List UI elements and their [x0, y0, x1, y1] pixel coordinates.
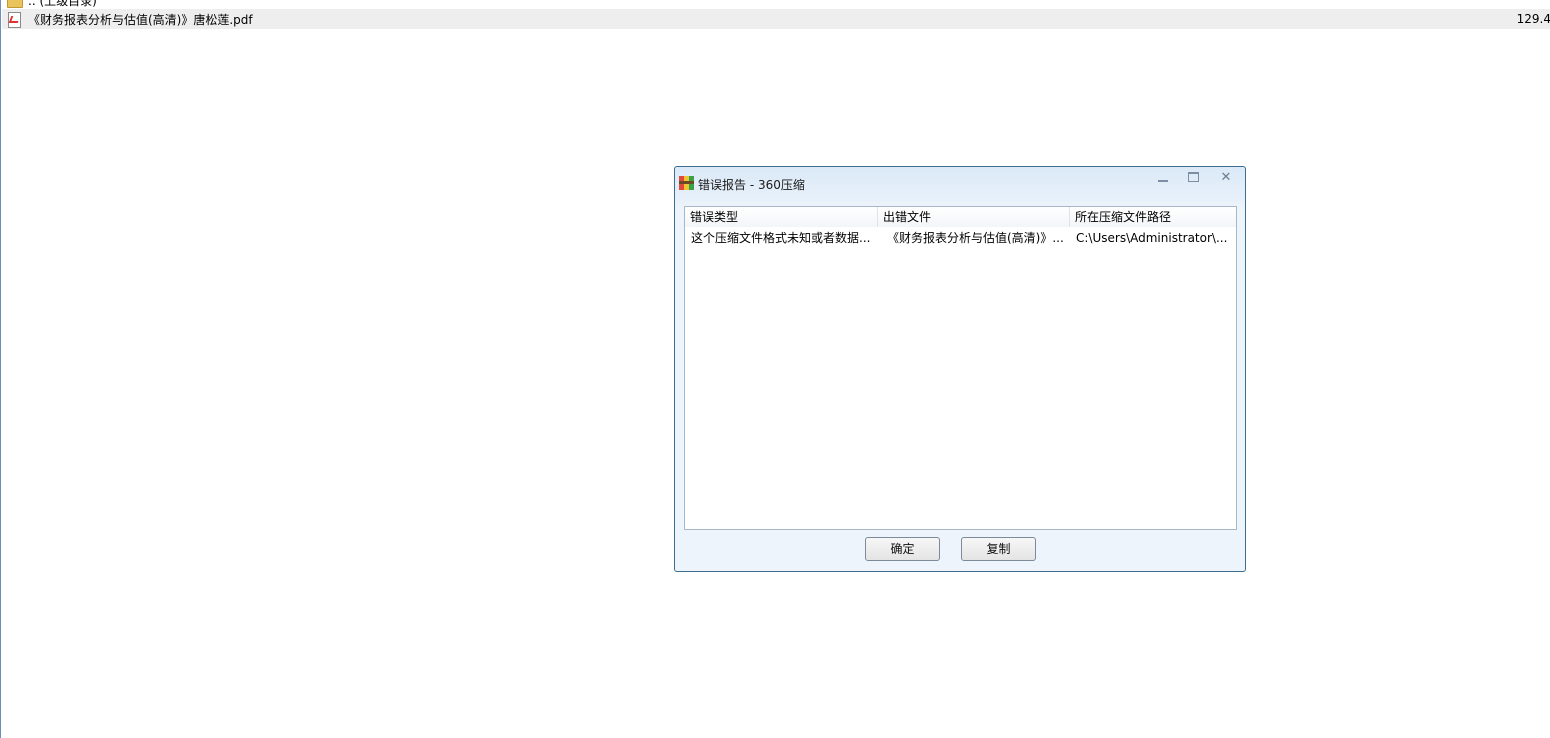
dialog-titlebar[interactable]: 错误报告 - 360压缩 ✕: [675, 167, 1245, 199]
file-row-pdf[interactable]: 《财务报表分析与估值(高清)》唐松莲.pdf 129.4: [2, 9, 1550, 29]
column-header-error-file[interactable]: 出错文件: [878, 207, 1070, 227]
list-header: 错误类型 出错文件 所在压缩文件路径: [685, 207, 1236, 227]
ok-button[interactable]: 确定: [865, 537, 940, 561]
close-icon: ✕: [1220, 169, 1232, 185]
minimize-button[interactable]: [1147, 167, 1179, 187]
parent-directory-label: .. (上级目录): [28, 0, 97, 8]
pdf-file-icon: [6, 11, 22, 28]
file-size: 129.4: [1516, 12, 1550, 26]
error-report-dialog: 错误报告 - 360压缩 ✕ 错误类型 出错文件 所在压缩文件路径 这个压缩文件…: [674, 166, 1246, 572]
copy-button[interactable]: 复制: [961, 537, 1036, 561]
cell-error-file: 《财务报表分析与估值(高清)》...: [887, 231, 1064, 245]
list-item[interactable]: 这个压缩文件格式未知或者数据... 《财务报表分析与估值(高清)》... C:\…: [685, 228, 1236, 248]
360zip-app-icon: [679, 176, 694, 190]
folder-up-icon: [6, 0, 23, 8]
error-list[interactable]: 错误类型 出错文件 所在压缩文件路径 这个压缩文件格式未知或者数据... 《财务…: [684, 206, 1237, 530]
maximize-icon: [1187, 172, 1199, 182]
dialog-title: 错误报告 - 360压缩: [698, 178, 805, 192]
cell-archive-path: C:\Users\Administrator\...: [1076, 231, 1228, 245]
close-button[interactable]: ✕: [1209, 167, 1243, 187]
cell-error-type: 这个压缩文件格式未知或者数据...: [691, 231, 871, 245]
column-header-error-type[interactable]: 错误类型: [685, 207, 878, 227]
minimize-icon: [1158, 180, 1168, 182]
column-header-archive-path[interactable]: 所在压缩文件路径: [1070, 207, 1236, 227]
maximize-button[interactable]: [1177, 167, 1209, 187]
file-name: 《财务报表分析与估值(高清)》唐松莲.pdf: [28, 12, 253, 27]
